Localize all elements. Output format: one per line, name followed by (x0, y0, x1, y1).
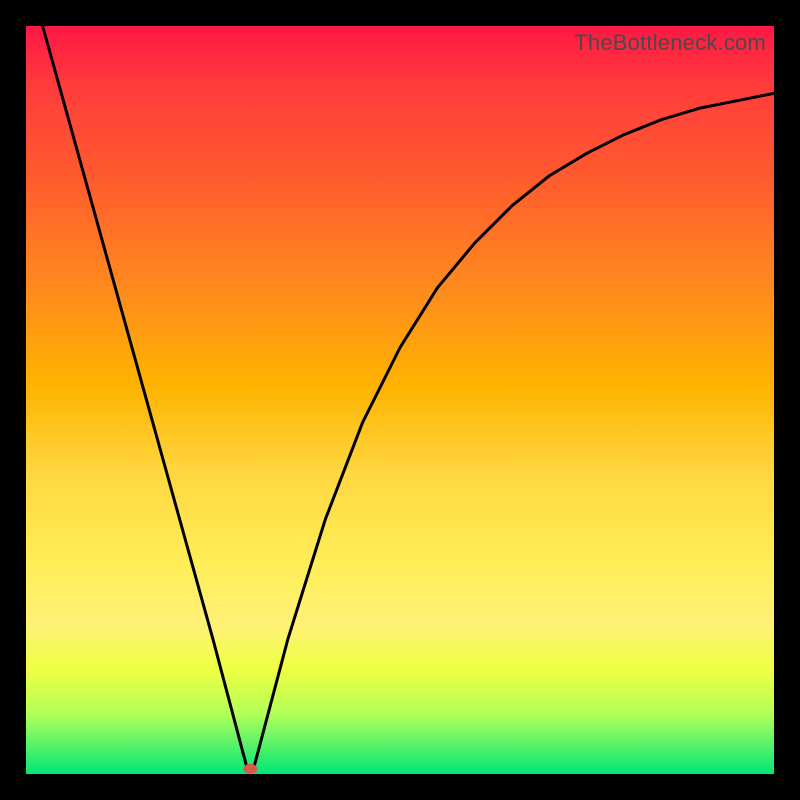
minimum-marker (243, 764, 257, 774)
bottleneck-curve (26, 26, 774, 767)
watermark-text: TheBottleneck.com (574, 30, 766, 56)
chart-frame: TheBottleneck.com (0, 0, 800, 800)
curve-layer (26, 26, 774, 774)
plot-area: TheBottleneck.com (26, 26, 774, 774)
